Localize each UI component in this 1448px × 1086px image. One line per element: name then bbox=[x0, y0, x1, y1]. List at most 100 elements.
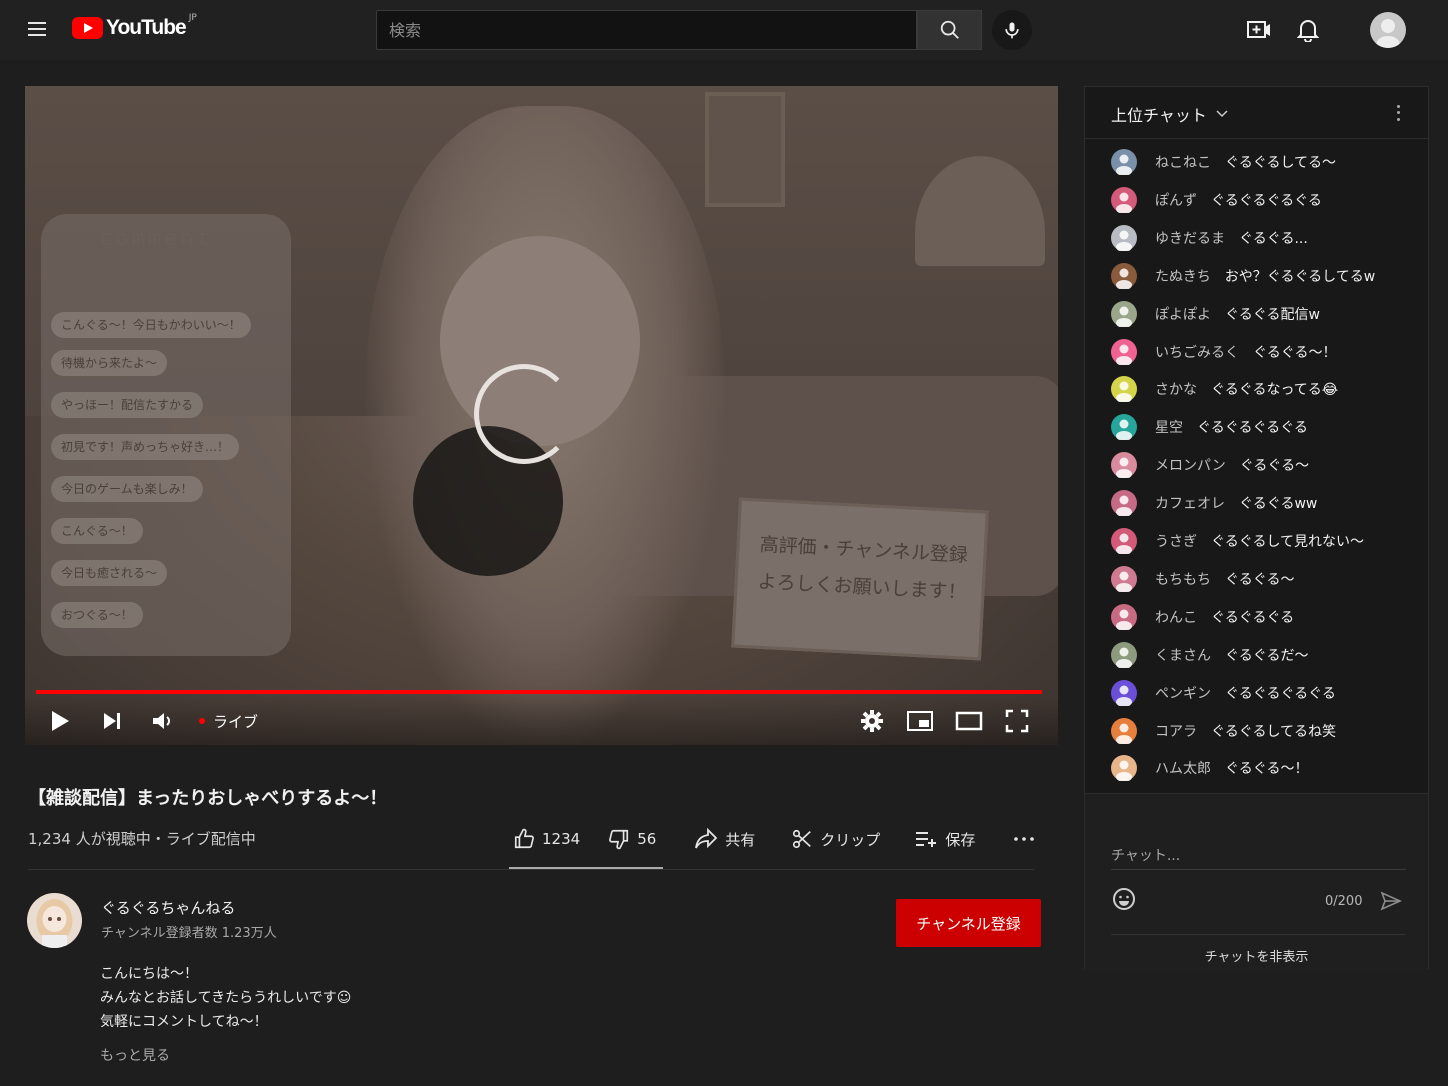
sign-line: 高評価・チャンネル登録 bbox=[759, 533, 969, 567]
chat-author-name[interactable]: メロンパン bbox=[1155, 455, 1226, 475]
playlist-add-icon bbox=[916, 832, 937, 847]
voice-search-button[interactable] bbox=[992, 10, 1032, 50]
subscribe-button[interactable]: チャンネル登録 bbox=[896, 899, 1041, 947]
send-button[interactable] bbox=[1380, 890, 1402, 912]
comment-bubble: やっほー！配信たすかる bbox=[51, 392, 204, 418]
like-button[interactable]: 1234 bbox=[513, 828, 580, 850]
loading-spinner-icon bbox=[474, 364, 574, 464]
youtube-logo[interactable]: YouTube JP bbox=[72, 13, 197, 40]
chat-author-avatar-icon[interactable] bbox=[1111, 679, 1137, 706]
request-sign: 高評価・チャンネル登録 よろしくお願いします！ bbox=[731, 497, 989, 661]
chat-author-avatar-icon[interactable] bbox=[1111, 376, 1137, 403]
chat-menu-icon[interactable] bbox=[1392, 103, 1404, 123]
search-box bbox=[376, 10, 917, 50]
description-line: こんにちは〜！ bbox=[100, 966, 198, 982]
chat-author-avatar-icon[interactable] bbox=[1111, 300, 1137, 327]
chat-input[interactable] bbox=[1111, 842, 1406, 870]
menu-icon[interactable] bbox=[24, 18, 50, 42]
live-badge[interactable]: ライブ bbox=[199, 708, 258, 734]
chat-message: 星空 ぐるぐるぐるぐる bbox=[1111, 413, 1308, 441]
account-avatar[interactable] bbox=[1370, 12, 1406, 48]
chat-author-name[interactable]: わんこ bbox=[1155, 607, 1197, 627]
chat-author-name[interactable]: ねこねこ bbox=[1155, 152, 1211, 172]
progress-bar[interactable] bbox=[36, 690, 1042, 694]
share-icon bbox=[695, 828, 718, 849]
chat-author-avatar-icon[interactable] bbox=[1111, 338, 1137, 365]
chat-message: メロンパン ぐるぐる〜 bbox=[1111, 451, 1309, 479]
volume-button[interactable] bbox=[151, 708, 175, 734]
chat-author-name[interactable]: コアラ bbox=[1155, 721, 1197, 741]
fullscreen-button[interactable] bbox=[1005, 708, 1029, 734]
chat-author-avatar-icon[interactable] bbox=[1111, 262, 1137, 289]
channel-name[interactable]: ぐるぐるちゃんねる bbox=[101, 897, 235, 918]
video-player[interactable]: comment こんぐる〜！今日もかわいい〜！ 待機から来たよ〜 やっほー！配信… bbox=[25, 86, 1058, 745]
chat-author-name[interactable]: いちごみるく bbox=[1155, 342, 1239, 362]
chat-author-name[interactable]: ゆきだるま bbox=[1155, 228, 1225, 248]
char-counter: 0/200 bbox=[1325, 894, 1363, 909]
chat-message-text: ぐるぐる〜 bbox=[1225, 571, 1295, 588]
theater-icon bbox=[955, 711, 983, 731]
chat-author-avatar-icon[interactable] bbox=[1111, 641, 1137, 668]
viewer-count: 1,234 人が視聴中・ライブ配信中 bbox=[28, 830, 256, 848]
chat-mode-label: 上位チャット bbox=[1111, 106, 1207, 125]
wall-picture bbox=[705, 92, 785, 207]
chat-author-avatar-icon[interactable] bbox=[1111, 565, 1137, 592]
chat-author-avatar-icon[interactable] bbox=[1111, 528, 1137, 554]
chat-author-avatar-icon[interactable] bbox=[1111, 603, 1137, 630]
next-button[interactable] bbox=[101, 708, 123, 734]
chat-author-avatar-icon[interactable] bbox=[1111, 717, 1137, 744]
chat-author-avatar-icon[interactable] bbox=[1111, 414, 1137, 441]
play-button[interactable] bbox=[49, 708, 71, 734]
live-chat-panel: 上位チャット ねこねこ ぐるぐるしてる〜 ぽんず ぐるぐるぐるぐる ゆきだるま ぐるぐる.… bbox=[1084, 86, 1429, 970]
chat-author-name[interactable]: くまさん bbox=[1155, 645, 1211, 665]
chat-message: コアラ ぐるぐるしてるね笑 bbox=[1111, 717, 1336, 745]
chat-author-name[interactable]: カフェオレ bbox=[1155, 493, 1225, 513]
chat-message: くまさん ぐるぐるだ〜 bbox=[1111, 641, 1308, 669]
youtube-play-icon bbox=[72, 17, 103, 39]
theater-mode-button[interactable] bbox=[955, 708, 983, 734]
chat-message: もちもち ぐるぐる〜 bbox=[1111, 565, 1294, 593]
save-button[interactable]: 保存 bbox=[914, 829, 975, 850]
clip-button[interactable]: クリップ bbox=[791, 828, 880, 850]
player-controls: ライブ bbox=[25, 696, 1058, 745]
chat-author-name[interactable]: ぽんず bbox=[1155, 190, 1197, 210]
notifications-button[interactable] bbox=[1294, 16, 1322, 44]
chat-author-avatar-icon[interactable] bbox=[1111, 149, 1137, 175]
create-button[interactable] bbox=[1245, 16, 1273, 44]
chat-message: ゆきだるま ぐるぐる... bbox=[1111, 224, 1308, 252]
chat-author-name[interactable]: たぬきち bbox=[1155, 266, 1211, 286]
chat-author-name[interactable]: さかな bbox=[1155, 379, 1197, 399]
channel-avatar[interactable] bbox=[27, 893, 82, 948]
comment-bubble: こんぐる〜！今日もかわいい〜！ bbox=[51, 312, 251, 338]
search-input[interactable] bbox=[389, 20, 904, 40]
miniplayer-button[interactable] bbox=[906, 708, 934, 734]
more-actions-button[interactable] bbox=[1013, 836, 1042, 842]
show-more-link[interactable]: もっと見る bbox=[100, 1045, 170, 1065]
miniplayer-icon bbox=[907, 711, 933, 731]
chat-mode-dropdown[interactable]: 上位チャット bbox=[1111, 102, 1229, 126]
emoji-button[interactable] bbox=[1111, 886, 1137, 912]
hide-chat-button[interactable]: チャットを非表示 bbox=[1085, 946, 1428, 965]
settings-button[interactable] bbox=[860, 708, 884, 734]
search-button[interactable] bbox=[917, 10, 982, 50]
chat-author-avatar-icon[interactable] bbox=[1111, 755, 1137, 782]
share-label: 共有 bbox=[725, 830, 756, 849]
chat-author-name[interactable]: ペンギン bbox=[1155, 683, 1211, 703]
thumbs-down-icon bbox=[609, 829, 629, 850]
chat-author-name[interactable]: もちもち bbox=[1155, 569, 1211, 589]
chat-author-avatar-icon[interactable] bbox=[1111, 490, 1137, 517]
send-icon bbox=[1380, 891, 1402, 911]
chat-author-name[interactable]: ぽよぽよ bbox=[1155, 304, 1211, 324]
dislike-button[interactable]: 56 bbox=[608, 828, 656, 850]
chat-author-name[interactable]: ハム太郎 bbox=[1155, 758, 1211, 778]
chat-author-avatar-icon[interactable] bbox=[1111, 186, 1137, 213]
comment-bubble: 初見です！声めっちゃ好き…！ bbox=[51, 434, 240, 460]
chat-author-avatar-icon[interactable] bbox=[1111, 452, 1137, 479]
chat-message-text: ぐるぐるしてるね笑 bbox=[1211, 723, 1337, 740]
chat-author-avatar-icon[interactable] bbox=[1111, 224, 1137, 251]
chat-author-name[interactable]: 星空 bbox=[1155, 417, 1183, 437]
user-avatar-icon bbox=[1376, 19, 1400, 48]
chat-author-name[interactable]: うさぎ bbox=[1155, 531, 1197, 551]
share-button[interactable]: 共有 bbox=[694, 828, 755, 850]
chat-message-text: ぐるぐるぐるぐる bbox=[1197, 420, 1308, 437]
